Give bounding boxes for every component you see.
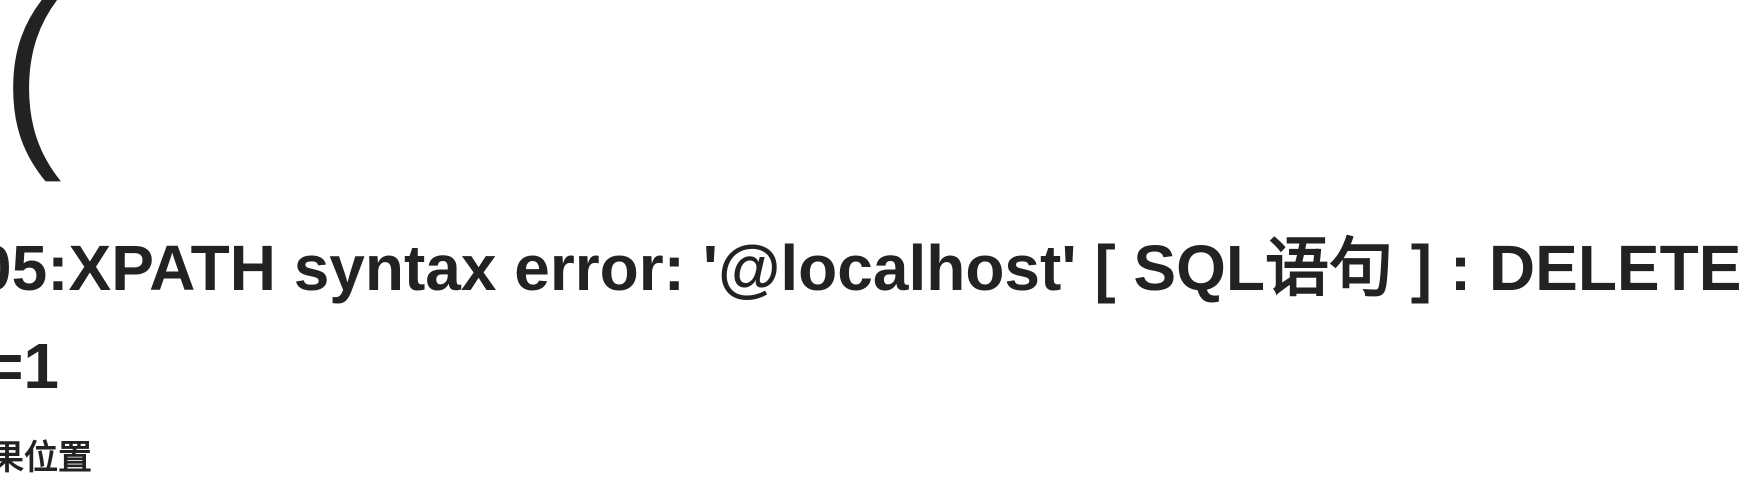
- sql-error-message: 05:XPATH syntax error: '@localhost' [ SQ…: [0, 232, 1742, 304]
- opening-parenthesis: (: [2, 0, 62, 183]
- sql-error-message-continued: =1: [0, 330, 59, 402]
- page-content: ( 05:XPATH syntax error: '@localhost' [ …: [0, 0, 1748, 482]
- section-heading: 果位置: [0, 439, 92, 477]
